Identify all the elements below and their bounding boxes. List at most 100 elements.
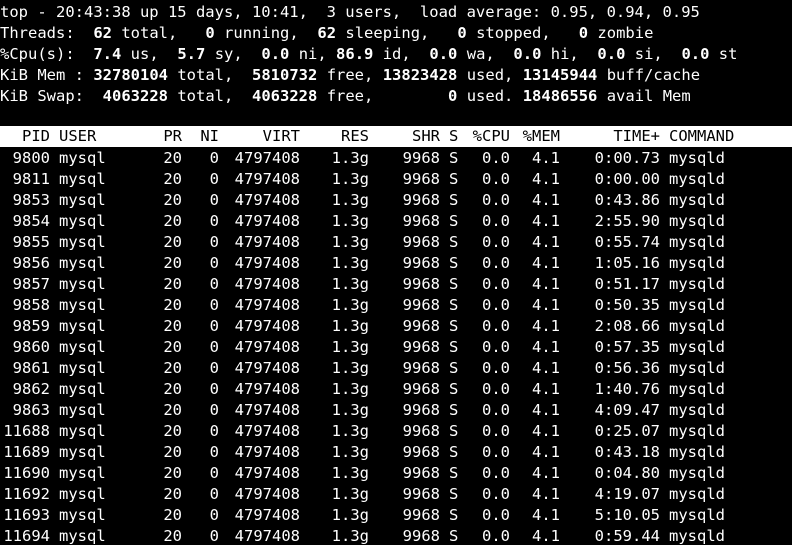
process-pr: 20 — [163, 401, 182, 419]
process-ni: 0 — [209, 464, 219, 482]
process-virt: 4797408 — [234, 296, 300, 314]
process-command: mysqld — [669, 422, 725, 440]
process-mem: 4.1 — [532, 275, 560, 293]
process-pr: 20 — [163, 527, 182, 545]
process-virt: 4797408 — [234, 380, 300, 398]
process-ni: 0 — [209, 149, 219, 167]
process-mem: 4.1 — [532, 338, 560, 356]
process-res: 1.3g — [331, 359, 369, 377]
threads-label: Threads: — [0, 24, 75, 42]
process-user: mysql — [59, 359, 106, 377]
terminal-window[interactable]: top - 20:43:38 up 15 days, 10:41, 3 user… — [0, 0, 792, 545]
process-virt: 4797408 — [234, 527, 300, 545]
process-pr: 20 — [163, 191, 182, 209]
col-header-ni: NI — [200, 127, 219, 145]
process-row: 11694 mysql 20 0 4797408 1.3g 9968 S 0.0 4.1 0:59.… — [0, 526, 792, 545]
process-ni: 0 — [209, 506, 219, 524]
process-command: mysqld — [669, 317, 725, 335]
process-shr: 9968 — [402, 233, 440, 251]
process-state: S — [449, 317, 459, 335]
cpu-line: %Cpu(s): 7.4 us, 5.7 sy, 0.0 ni, 86.9 id… — [0, 44, 737, 65]
swap-avail-label: avail Mem — [606, 87, 691, 105]
process-row: 9861 mysql 20 0 4797408 1.3g 9968 S 0.0 4.1 0:56.3… — [0, 358, 792, 379]
col-header-virt: VIRT — [262, 127, 300, 145]
process-mem: 4.1 — [532, 380, 560, 398]
process-row: 11688 mysql 20 0 4797408 1.3g 9968 S 0.0 4.1 0:25.… — [0, 421, 792, 442]
threads-total-label: total, — [121, 24, 178, 42]
process-state: S — [449, 422, 459, 440]
process-virt: 4797408 — [234, 359, 300, 377]
process-pid: 9853 — [12, 191, 50, 209]
process-mem: 4.1 — [532, 212, 560, 230]
cpu-sy-label: sy, — [214, 45, 243, 63]
process-virt: 4797408 — [234, 506, 300, 524]
cpu-wa: 0.0 — [429, 45, 458, 63]
process-pid: 11693 — [3, 506, 50, 524]
process-state: S — [449, 296, 459, 314]
process-virt: 4797408 — [234, 191, 300, 209]
process-shr: 9968 — [402, 296, 440, 314]
col-header-pr: PR — [163, 127, 182, 145]
process-time: 0:56.36 — [594, 359, 660, 377]
process-time: 0:57.35 — [594, 338, 660, 356]
threads-zombie-label: zombie — [597, 24, 654, 42]
process-row: 11692 mysql 20 0 4797408 1.3g 9968 S 0.0 4.1 4:19.… — [0, 484, 792, 505]
process-ni: 0 — [209, 422, 219, 440]
threads-stopped-label: stopped, — [476, 24, 551, 42]
process-time: 1:05.16 — [594, 254, 660, 272]
process-pid: 9811 — [12, 170, 50, 188]
process-command: mysqld — [669, 380, 725, 398]
process-user: mysql — [59, 506, 106, 524]
process-command: mysqld — [669, 233, 725, 251]
process-shr: 9968 — [402, 317, 440, 335]
process-command: mysqld — [669, 443, 725, 461]
process-command: mysqld — [669, 212, 725, 230]
process-ni: 0 — [209, 317, 219, 335]
process-state: S — [449, 275, 459, 293]
process-user: mysql — [59, 422, 106, 440]
swap-total-label: total, — [177, 87, 234, 105]
process-command: mysqld — [669, 464, 725, 482]
process-user: mysql — [59, 233, 106, 251]
process-pr: 20 — [163, 254, 182, 272]
process-shr: 9968 — [402, 380, 440, 398]
process-state: S — [449, 338, 459, 356]
process-pid: 9854 — [12, 212, 50, 230]
process-res: 1.3g — [331, 443, 369, 461]
process-shr: 9968 — [402, 149, 440, 167]
process-pr: 20 — [163, 170, 182, 188]
process-command: mysqld — [669, 170, 725, 188]
process-ni: 0 — [209, 212, 219, 230]
process-res: 1.3g — [331, 485, 369, 503]
process-time: 0:00.73 — [594, 149, 660, 167]
process-ni: 0 — [209, 233, 219, 251]
process-time: 0:51.17 — [594, 275, 660, 293]
process-user: mysql — [59, 380, 106, 398]
cpu-ni: 0.0 — [261, 45, 290, 63]
process-mem: 4.1 — [532, 506, 560, 524]
process-user: mysql — [59, 401, 106, 419]
process-ni: 0 — [209, 296, 219, 314]
cpu-id-label: id, — [382, 45, 411, 63]
process-mem: 4.1 — [532, 422, 560, 440]
process-pr: 20 — [163, 233, 182, 251]
col-header-command: COMMAND — [669, 127, 735, 145]
process-user: mysql — [59, 170, 106, 188]
swap-line: KiB Swap: 4063228 total, 4063228 free, 0… — [0, 86, 691, 107]
process-res: 1.3g — [331, 401, 369, 419]
process-pr: 20 — [163, 338, 182, 356]
process-user: mysql — [59, 254, 106, 272]
process-ni: 0 — [209, 170, 219, 188]
mem-used-label: used, — [466, 66, 514, 84]
process-mem: 4.1 — [532, 464, 560, 482]
process-pid: 9857 — [12, 275, 50, 293]
process-shr: 9968 — [402, 212, 440, 230]
process-state: S — [449, 401, 459, 419]
process-cpu: 0.0 — [482, 401, 510, 419]
process-res: 1.3g — [331, 254, 369, 272]
process-command: mysqld — [669, 149, 725, 167]
process-res: 1.3g — [331, 212, 369, 230]
process-time: 0:43.86 — [594, 191, 660, 209]
process-cpu: 0.0 — [482, 317, 510, 335]
cpu-label: %Cpu(s): — [0, 45, 75, 63]
